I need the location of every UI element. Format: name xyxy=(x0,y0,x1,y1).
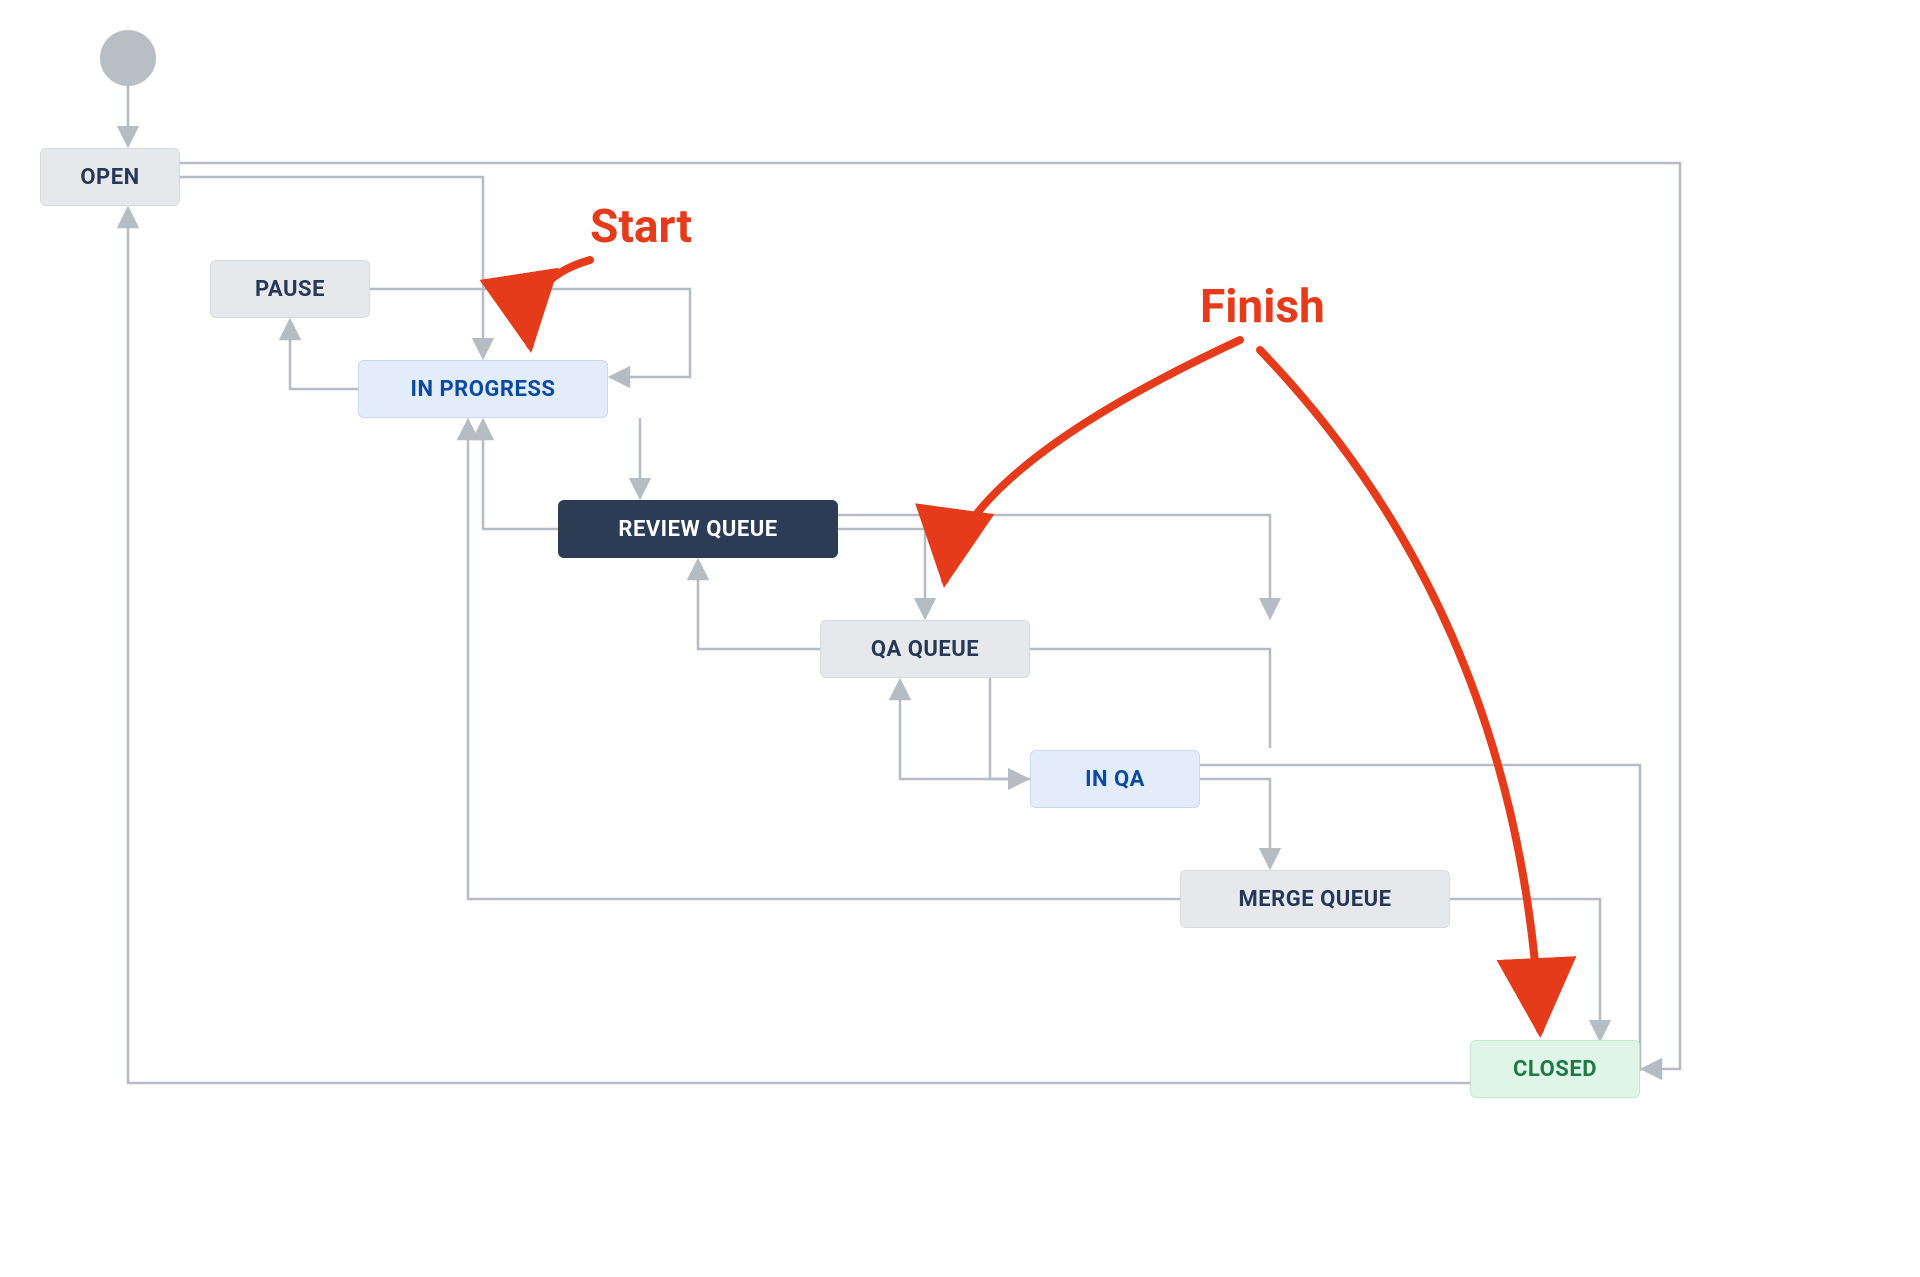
node-label: REVIEW QUEUE xyxy=(618,517,777,542)
node-qa-queue: QA QUEUE xyxy=(820,620,1030,678)
node-merge-queue: MERGE QUEUE xyxy=(1180,870,1450,928)
edge-qaqueue-review xyxy=(698,560,820,649)
annotation-arrow-finish-to-closed xyxy=(1260,350,1540,1030)
edge-open-closed xyxy=(180,163,1680,1069)
node-closed: CLOSED xyxy=(1470,1040,1640,1098)
edge-qaqueue-right-bus xyxy=(1030,649,1270,748)
edge-mergequeue-closed xyxy=(1450,899,1600,1040)
annotation-start-text: Start xyxy=(590,200,692,254)
edge-review-qaqueue xyxy=(838,529,925,618)
annotation-arrow-finish-to-qa xyxy=(945,340,1240,580)
edge-inprogress-pause xyxy=(290,320,358,389)
node-in-qa: IN QA xyxy=(1030,750,1200,808)
node-in-progress: IN PROGRESS xyxy=(358,360,608,418)
node-label: MERGE QUEUE xyxy=(1239,887,1392,912)
initial-state-dot xyxy=(100,30,156,86)
node-review-queue: REVIEW QUEUE xyxy=(558,500,838,558)
edge-closed-open xyxy=(128,208,1470,1083)
node-open: OPEN xyxy=(40,148,180,206)
node-pause: PAUSE xyxy=(210,260,370,318)
node-label: IN QA xyxy=(1085,767,1145,792)
edge-review-inprogress xyxy=(483,420,558,529)
node-label: OPEN xyxy=(80,165,139,190)
node-label: QA QUEUE xyxy=(871,637,979,662)
edge-inqa-mergequeue xyxy=(1200,779,1270,868)
edge-qaqueue-inqa xyxy=(990,678,1028,779)
workflow-diagram: OPEN PAUSE IN PROGRESS REVIEW QUEUE QA Q… xyxy=(0,0,1920,1277)
edge-inqa-qaqueue xyxy=(900,680,1030,779)
annotation-finish: Finish xyxy=(1200,280,1325,334)
node-label: IN PROGRESS xyxy=(411,377,556,402)
node-label: CLOSED xyxy=(1513,1057,1597,1082)
annotation-arrow-start xyxy=(529,260,590,345)
annotation-finish-text: Finish xyxy=(1200,280,1325,334)
edge-review-right-bus xyxy=(838,515,1270,618)
annotation-start: Start xyxy=(590,200,692,254)
node-label: PAUSE xyxy=(255,277,325,302)
